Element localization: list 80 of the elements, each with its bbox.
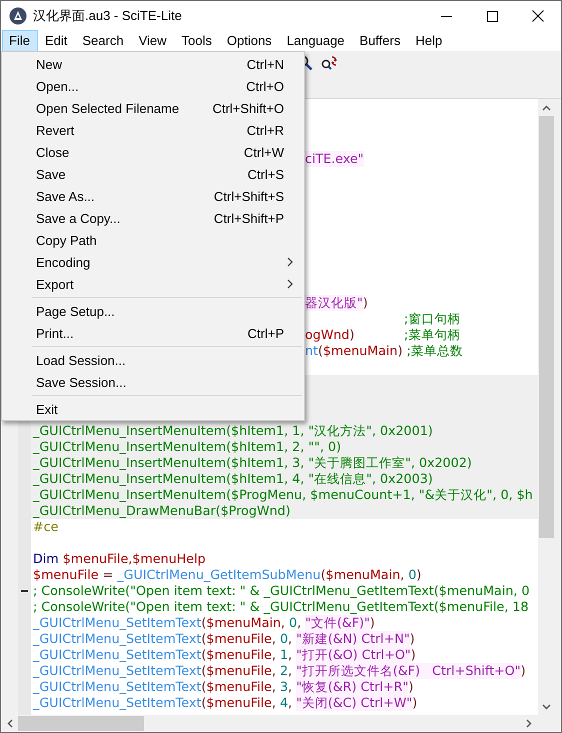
code-text: _GUICtrlMenu_SetItemText <box>33 695 202 711</box>
code-comment: _GUICtrlMenu_DrawMenuBar($ProgWnd) <box>33 503 290 519</box>
code-text: ) <box>349 327 354 342</box>
code-text: , <box>288 663 294 679</box>
code-text: nt <box>305 343 318 359</box>
code-text: , <box>288 695 294 711</box>
code-text: "打开(&O) Ctrl+O" <box>296 647 411 663</box>
code-text: "新建(&N) Ctrl+N" <box>296 631 410 647</box>
code-text: ) <box>362 295 368 311</box>
code-text: $menuMain <box>206 615 281 631</box>
code-text: _GUICtrlMenu_SetItemText <box>33 615 202 631</box>
code-text: ) <box>416 567 422 583</box>
code-text: , <box>400 567 406 583</box>
code-text: ogWnd <box>305 327 350 342</box>
code-text: _GUICtrlMenu_GetItemSubMenu <box>117 567 321 583</box>
code-comment: _GUICtrlMenu_InsertMenuItem($hItem1, 2, "", 0) <box>33 439 342 455</box>
code-text: ( <box>201 663 206 679</box>
code-text: _GUICtrlMenu_SetItemText <box>33 631 202 647</box>
code-comment: _GUICtrlMenu_InsertMenuItem($hItem1, 3, "关于腾图工作室", 0x2002) <box>33 455 472 471</box>
code-text: $menuMain <box>326 567 400 583</box>
code-text: ) <box>408 679 414 695</box>
code-text: 1 <box>280 647 288 663</box>
code-text: , <box>280 615 286 631</box>
code-comment: ;窗口句柄 <box>404 311 460 327</box>
code-text: , <box>297 615 302 631</box>
code-text: $menuFile <box>206 663 272 679</box>
code-text: $menuMain <box>322 343 398 359</box>
code-text: ) <box>410 631 415 647</box>
code-text: ciTE.exe" <box>305 151 364 167</box>
code-text: $menuFile <box>33 567 99 583</box>
code-text: $menuFile <box>206 695 272 711</box>
code-text: #ce <box>33 519 58 535</box>
code-text: ) <box>370 615 375 631</box>
code-text: ( <box>201 647 206 663</box>
code-text: , <box>272 647 277 663</box>
code-text: ) <box>410 647 416 663</box>
code-text: ( <box>318 343 323 359</box>
code-text: ( <box>320 567 326 583</box>
code-text: , <box>272 695 277 711</box>
code-text: ) <box>398 343 403 359</box>
code-text: 4 <box>280 695 288 711</box>
code-text: 3 <box>280 679 288 695</box>
code-comment: ;菜单句柄 <box>404 327 460 343</box>
code-text: 2 <box>280 663 288 679</box>
code-text: , <box>272 679 277 695</box>
code-text: $menuFile,$menuHelp <box>62 551 206 567</box>
code-text: , <box>272 663 277 679</box>
code-text: "文件(&F)" <box>305 615 370 631</box>
code-comment: _GUICtrlMenu_InsertMenuItem($ProgMenu, $menuCount+1, "&关于汉化", 0, $h <box>33 487 533 503</box>
code-text: , <box>272 631 277 647</box>
code-text: 0 <box>288 615 298 631</box>
code-text: _GUICtrlMenu_SetItemText <box>33 679 202 695</box>
window-title: 汉化界面.au3 - SciTE-Lite <box>33 7 183 25</box>
code-text: ) <box>520 663 526 679</box>
code-text: 器汉化版" <box>305 295 363 311</box>
code-text: ( <box>201 679 206 695</box>
code-text: $menuFile <box>206 679 272 695</box>
code-text: , <box>288 647 294 663</box>
code-comment: ; ConsoleWrite("Open item text: " & _GUICtrlMenu_GetItemText($menuMain, 0 <box>33 583 530 599</box>
code-text: "关闭(&C) Ctrl+W" <box>296 695 412 711</box>
code-text: 0 <box>408 567 416 583</box>
code-comment: _GUICtrlMenu_InsertMenuItem($hItem1, 4, "在线信息", 0x2003) <box>33 471 433 487</box>
code-text: Dim <box>33 551 59 567</box>
code-text: ) <box>412 695 418 711</box>
code-text: ( <box>201 615 206 631</box>
code-text: 0 <box>280 631 288 647</box>
code-text: _GUICtrlMenu_SetItemText <box>33 663 202 679</box>
code-text: , <box>288 631 294 647</box>
code-text: "打开所选文件名(&F) Ctrl+Shift+O" <box>296 663 521 679</box>
code-comment: _GUICtrlMenu_InsertMenuItem($hItem1, 1, "汉化方法", 0x2001) <box>33 423 433 439</box>
code-text: _GUICtrlMenu_SetItemText <box>33 647 202 663</box>
code-comment: ; ConsoleWrite("Open item text: " & _GUICtrlMenu_GetItemText($menuFile, 18 <box>33 599 529 615</box>
code-text: , <box>288 679 294 695</box>
code-text: ( <box>201 631 206 647</box>
code-text: $menuFile <box>206 631 272 647</box>
code-text: = <box>102 567 114 583</box>
code-text: ( <box>201 695 206 711</box>
code-text: $menuFile <box>206 647 272 663</box>
code-comment: ;菜单总数 <box>406 343 463 359</box>
code-text: "恢复(&R) Ctrl+R" <box>296 679 408 695</box>
